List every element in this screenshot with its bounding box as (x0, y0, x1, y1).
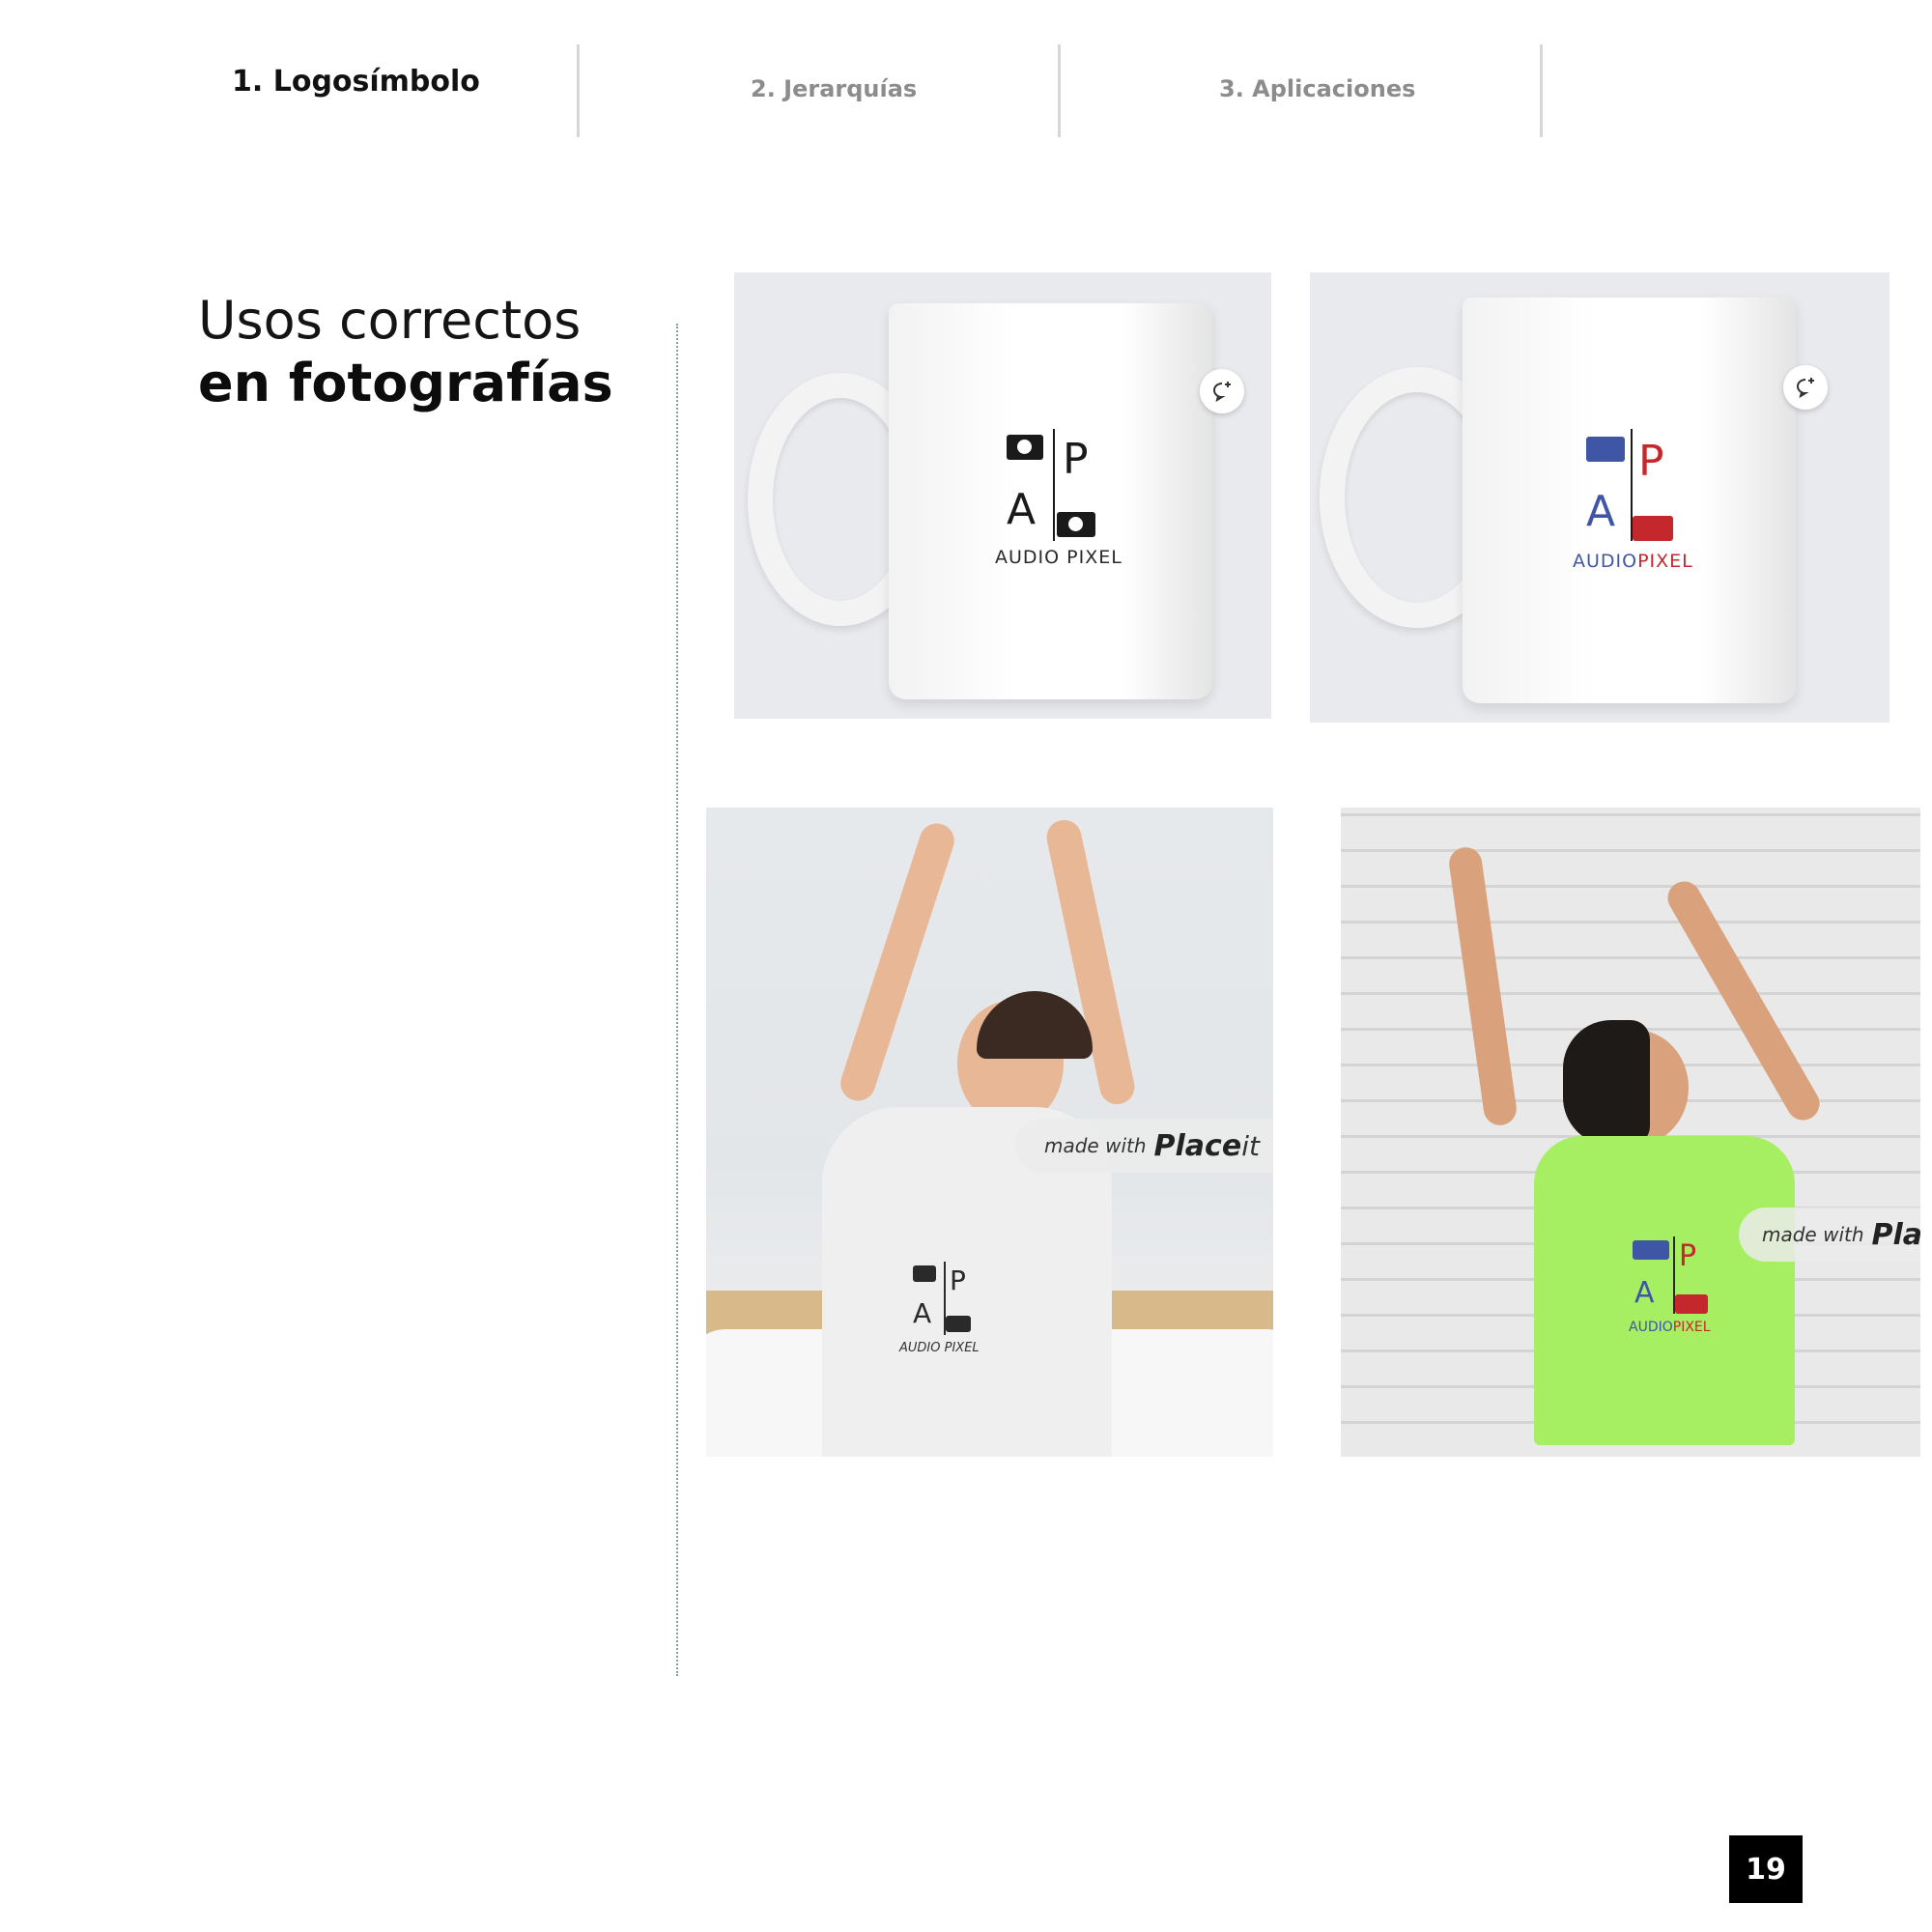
logo-brand-pixel: PIXEL (1672, 1320, 1711, 1335)
camera-icon (1586, 437, 1625, 462)
logo-letter-a: A (1007, 485, 1037, 534)
logo-brand-text: AUDIO PIXEL (995, 547, 1122, 568)
logo-letter-p: P (1638, 437, 1664, 486)
camera-icon (1633, 516, 1673, 541)
logo-letter-p: P (1063, 435, 1089, 484)
audio-pixel-logo: P A AUDIOPIXEL (1629, 1236, 1737, 1335)
watermark-brand: Place (1153, 1128, 1242, 1163)
watermark-made-with: made with (1044, 1134, 1147, 1157)
camera-icon (1675, 1294, 1708, 1314)
logo-brand-audio: AUDIO (1629, 1320, 1673, 1335)
placeit-watermark: made with Place it (1015, 1119, 1273, 1173)
tab-divider (1058, 44, 1061, 137)
logo-brand-pixel: PIXEL (1637, 551, 1693, 572)
tab-logosimbolo[interactable]: 1. Logosímbolo (232, 65, 480, 99)
placeit-watermark: made with Plac (1739, 1208, 1920, 1262)
person-left-arm (1446, 845, 1520, 1127)
person-left-arm (836, 818, 959, 1106)
watermark-brand-suffix: it (1241, 1129, 1260, 1162)
tab-jerarquias[interactable]: 2. Jerarquías (751, 75, 917, 102)
logo-letter-p: P (1679, 1239, 1697, 1273)
tab-aplicaciones[interactable]: 3. Aplicaciones (1219, 75, 1415, 102)
logo-brand-text: AUDIO PIXEL (899, 1341, 980, 1355)
camera-icon (1007, 435, 1043, 460)
audio-pixel-logo: P A AUDIO PIXEL (995, 429, 1140, 568)
section-title-bold: en fotografías (198, 353, 613, 413)
logo-brand-audio: AUDIO (1573, 551, 1638, 572)
page-number: 19 (1729, 1835, 1803, 1903)
tab-divider (577, 44, 580, 137)
add-comment-icon[interactable] (1200, 369, 1244, 413)
tshirt-photo-white: P A AUDIO PIXEL made with Place it (706, 808, 1273, 1457)
logo-letter-a: A (1634, 1276, 1655, 1310)
logo-letter-p: P (950, 1264, 966, 1296)
camera-icon (946, 1316, 971, 1332)
logo-letter-a: A (1586, 487, 1616, 536)
mug-photo-black-logo: P A AUDIO PIXEL (734, 272, 1271, 719)
camera-icon (1633, 1240, 1669, 1260)
camera-icon (1057, 512, 1095, 537)
mug-photo-color-logo: P A AUDIOPIXEL (1310, 272, 1889, 723)
logo-brand-text: AUDIOPIXEL (1573, 551, 1693, 572)
camera-icon (913, 1265, 936, 1282)
audio-pixel-logo: P A AUDIOPIXEL (1573, 429, 1718, 572)
tab-divider (1540, 44, 1543, 137)
logo-letter-a: A (913, 1297, 932, 1329)
logo-brand-text: AUDIOPIXEL (1629, 1320, 1711, 1335)
logo-divider (1053, 429, 1055, 541)
watermark-brand: Plac (1871, 1217, 1920, 1252)
audio-pixel-logo: P A AUDIO PIXEL (899, 1262, 1011, 1358)
tshirt-photo-green: P A AUDIOPIXEL made with Plac (1341, 808, 1920, 1457)
column-divider (676, 324, 678, 1676)
add-comment-icon[interactable] (1783, 365, 1828, 410)
section-title-light: Usos correctos (198, 290, 582, 351)
watermark-made-with: made with (1762, 1223, 1864, 1246)
person-hair (1563, 1020, 1650, 1146)
person-hair (977, 991, 1093, 1059)
